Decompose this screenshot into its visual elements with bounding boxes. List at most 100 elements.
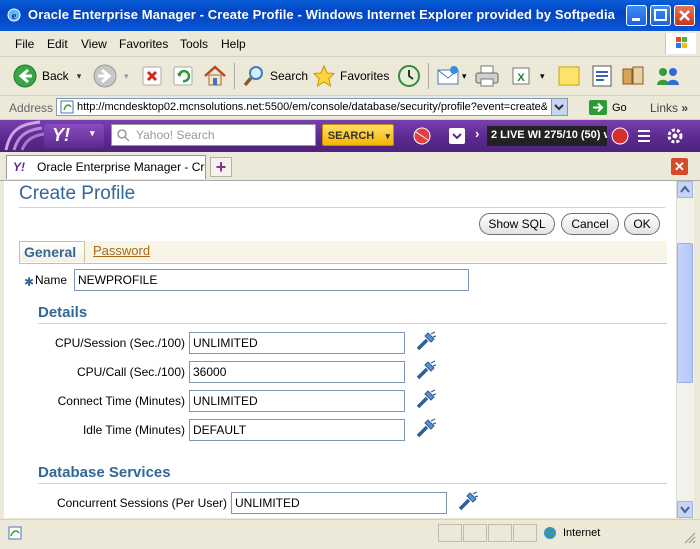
home-button[interactable] bbox=[202, 61, 228, 91]
windows-flag-icon bbox=[665, 33, 696, 54]
yahoo-logo-button[interactable]: Y! ▾ bbox=[44, 124, 104, 148]
close-icon bbox=[679, 10, 690, 21]
go-button[interactable]: Go bbox=[588, 99, 627, 116]
security-zone[interactable]: Internet bbox=[543, 526, 600, 540]
toolbar-gripper-icon bbox=[4, 120, 44, 151]
cricket-ball-icon[interactable] bbox=[610, 126, 630, 146]
status-cell bbox=[463, 524, 487, 542]
maximize-icon bbox=[654, 9, 667, 21]
scroll-thumb[interactable] bbox=[677, 243, 693, 383]
ok-button[interactable]: OK bbox=[624, 213, 660, 235]
status-cell bbox=[438, 524, 462, 542]
scroll-up-button[interactable] bbox=[677, 181, 693, 198]
new-tab-button[interactable]: + bbox=[210, 157, 232, 177]
mail-dropdown-icon[interactable]: ▾ bbox=[462, 71, 467, 82]
flashlight-icon[interactable] bbox=[414, 418, 436, 440]
svg-text:X: X bbox=[517, 72, 525, 84]
idle-time-input[interactable]: DEFAULT bbox=[189, 419, 405, 441]
yahoo-search-button[interactable]: SEARCH ▾ bbox=[322, 124, 394, 146]
vertical-scrollbar[interactable] bbox=[676, 181, 694, 518]
scroll-down-button[interactable] bbox=[677, 501, 693, 518]
mail-button[interactable]: ▾ bbox=[436, 61, 467, 91]
mail-dropdown-icon[interactable] bbox=[448, 127, 466, 145]
close-icon: ✕ bbox=[674, 159, 685, 174]
contacts-button[interactable] bbox=[654, 61, 682, 91]
messenger-icon bbox=[592, 65, 612, 87]
title-divider bbox=[19, 207, 665, 208]
forward-dropdown-icon[interactable]: ▾ bbox=[124, 71, 129, 82]
edit-button[interactable]: X ▾ bbox=[510, 61, 545, 91]
yahoo-toolbar: Y! ▾ Yahoo! Search SEARCH ▾ › 2 LIVE WI … bbox=[0, 120, 700, 152]
back-button[interactable]: Back ▾ bbox=[12, 61, 81, 91]
favorites-button[interactable]: Favorites bbox=[312, 61, 389, 91]
menu-tools[interactable]: Tools bbox=[180, 37, 208, 51]
sticky-note-icon bbox=[558, 66, 580, 86]
flashlight-icon[interactable] bbox=[414, 331, 436, 353]
tab-oracle-em[interactable]: Y! Oracle Enterprise Manager - Cre... bbox=[6, 155, 206, 179]
messenger-button[interactable] bbox=[590, 61, 616, 91]
links-button[interactable]: Links » bbox=[650, 101, 688, 115]
flashlight-icon[interactable] bbox=[456, 491, 478, 513]
star-icon bbox=[312, 64, 336, 88]
print-button[interactable] bbox=[474, 61, 500, 91]
research-button[interactable] bbox=[621, 61, 647, 91]
address-dropdown-button[interactable] bbox=[551, 99, 567, 115]
menu-help[interactable]: Help bbox=[221, 37, 246, 51]
resize-grip-icon[interactable] bbox=[682, 530, 696, 544]
address-url: http://mcndesktop02.mcnsolutions.net:550… bbox=[77, 101, 547, 113]
name-input[interactable]: NEWPROFILE bbox=[74, 269, 469, 291]
refresh-button[interactable] bbox=[171, 61, 195, 91]
cpu-session-input[interactable]: UNLIMITED bbox=[189, 332, 405, 354]
back-dropdown-icon[interactable]: ▾ bbox=[77, 71, 82, 82]
page-icon bbox=[60, 100, 74, 114]
go-arrow-icon bbox=[589, 100, 607, 115]
list-icon[interactable] bbox=[636, 128, 652, 144]
search-icon bbox=[243, 66, 263, 87]
address-input[interactable]: http://mcndesktop02.mcnsolutions.net:550… bbox=[56, 98, 568, 116]
maximize-button[interactable] bbox=[650, 5, 671, 26]
name-label: Name bbox=[35, 273, 68, 287]
edit-dropdown-icon[interactable]: ▾ bbox=[540, 71, 545, 82]
connect-time-input[interactable]: UNLIMITED bbox=[189, 390, 405, 412]
menu-view[interactable]: View bbox=[81, 37, 107, 51]
cancel-button[interactable]: Cancel bbox=[561, 213, 619, 235]
stop-icon bbox=[142, 66, 162, 86]
database-services-heading: Database Services bbox=[38, 464, 171, 481]
tab-bar: Y! Oracle Enterprise Manager - Cre... + … bbox=[0, 153, 700, 181]
excel-icon: X bbox=[512, 67, 530, 85]
yahoo-logo-icon: Y! bbox=[52, 125, 70, 145]
idle-time-label: Idle Time (Minutes) bbox=[82, 423, 185, 437]
tab-password[interactable]: Password bbox=[93, 243, 150, 258]
cricket-ball-icon[interactable] bbox=[412, 126, 432, 146]
chevron-up-icon bbox=[680, 185, 690, 193]
show-sql-button[interactable]: Show SQL bbox=[479, 213, 555, 235]
address-label: Address bbox=[9, 101, 54, 115]
cpu-session-label: CPU/Session (Sec./100) bbox=[54, 336, 185, 350]
tab-general[interactable]: General bbox=[19, 241, 85, 263]
notes-button[interactable] bbox=[557, 61, 581, 91]
flashlight-icon[interactable] bbox=[414, 360, 436, 382]
close-window-button[interactable] bbox=[674, 5, 695, 26]
search-button[interactable]: Search bbox=[242, 61, 308, 91]
database-services-divider bbox=[38, 483, 667, 484]
history-button[interactable] bbox=[396, 61, 422, 91]
plus-icon: + bbox=[215, 157, 227, 177]
stop-button[interactable] bbox=[140, 61, 164, 91]
menu-edit[interactable]: Edit bbox=[47, 37, 68, 51]
scroll-right-icon[interactable]: › bbox=[475, 126, 479, 141]
menu-favorites[interactable]: Favorites bbox=[119, 37, 168, 51]
live-score-ticker[interactable]: 2 LIVE WI 275/10 (50) v bbox=[487, 126, 607, 146]
cpu-call-input[interactable]: 36000 bbox=[189, 361, 405, 383]
research-icon bbox=[622, 66, 644, 85]
flashlight-icon[interactable] bbox=[414, 389, 436, 411]
back-arrow-icon bbox=[13, 64, 37, 88]
forward-button[interactable]: ▾ bbox=[92, 61, 129, 91]
concurrent-sessions-input[interactable]: UNLIMITED bbox=[231, 492, 447, 514]
people-icon bbox=[657, 68, 679, 85]
ie-logo-icon: e bbox=[7, 8, 21, 22]
gear-icon[interactable] bbox=[666, 127, 684, 145]
minimize-button[interactable] bbox=[626, 5, 647, 26]
menu-file[interactable]: File bbox=[15, 37, 34, 51]
close-tab-button[interactable]: ✕ bbox=[671, 158, 688, 175]
yahoo-search-input[interactable]: Yahoo! Search bbox=[111, 124, 316, 146]
